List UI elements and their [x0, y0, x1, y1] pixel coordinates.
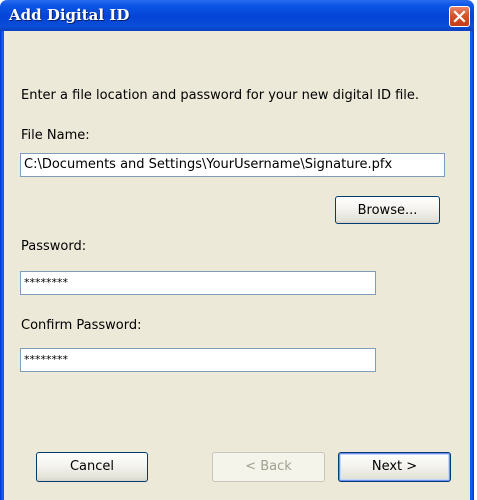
- window-title: Add Digital ID: [9, 6, 130, 24]
- next-button[interactable]: Next >: [338, 452, 451, 482]
- title-bar[interactable]: Add Digital ID: [0, 0, 474, 31]
- browse-button[interactable]: Browse...: [335, 196, 440, 224]
- dialog-body: Enter a file location and password for y…: [4, 31, 470, 500]
- back-button[interactable]: < Back: [212, 452, 325, 482]
- file-name-input[interactable]: C:\Documents and Settings\YourUsername\S…: [20, 153, 445, 177]
- cancel-button-label: Cancel: [69, 459, 115, 474]
- window-frame-right: [470, 31, 474, 500]
- instructions-text: Enter a file location and password for y…: [21, 88, 420, 103]
- file-name-label: File Name:: [21, 128, 90, 143]
- close-icon: [453, 10, 466, 23]
- password-label: Password:: [21, 239, 87, 254]
- confirm-password-label: Confirm Password:: [21, 318, 142, 333]
- confirm-password-input[interactable]: ********: [20, 348, 376, 372]
- add-digital-id-dialog: Add Digital ID Enter a file location and…: [0, 0, 477, 500]
- cancel-button[interactable]: Cancel: [36, 452, 148, 482]
- close-button[interactable]: [449, 6, 470, 27]
- back-button-label: < Back: [245, 459, 292, 474]
- browse-button-label: Browse...: [357, 203, 418, 218]
- password-input[interactable]: ********: [20, 271, 376, 295]
- next-button-label: Next >: [371, 459, 418, 474]
